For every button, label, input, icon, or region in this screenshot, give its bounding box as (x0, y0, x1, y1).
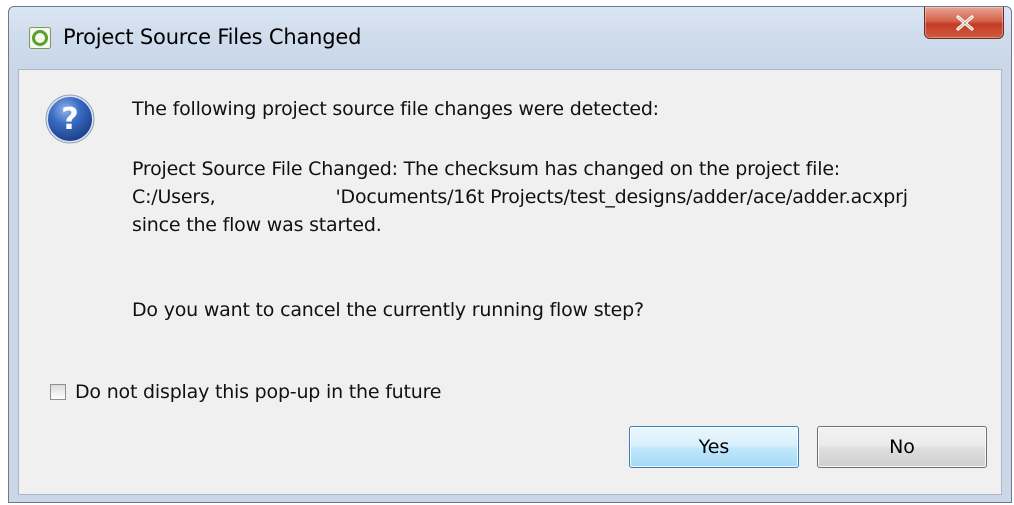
question-icon: ? (45, 94, 95, 144)
message-changed-line: Project Source File Changed: The checksu… (132, 158, 841, 180)
app-ring-icon (29, 27, 51, 49)
do-not-display-checkbox[interactable] (50, 384, 66, 400)
dialog-body: ? The following project source file chan… (18, 69, 1002, 495)
svg-text:?: ? (61, 102, 78, 137)
close-icon (956, 15, 974, 31)
path-suffix: 'Documents/16t Projects/test_designs/add… (335, 186, 909, 208)
dialog-window: Project Source Files Changed ? The follo… (8, 6, 1012, 503)
no-button[interactable]: No (817, 426, 987, 468)
message-question: Do you want to cancel the currently runn… (132, 299, 644, 321)
message-path-line: C:/Users, 'Documents/16t Projects/test_de… (132, 186, 908, 208)
do-not-display-option[interactable]: Do not display this pop-up in the future (50, 379, 441, 405)
yes-button[interactable]: Yes (629, 426, 799, 468)
message-intro: The following project source file change… (132, 98, 659, 120)
title-bar[interactable]: Project Source Files Changed (9, 7, 1011, 69)
path-prefix: C:/Users, (132, 186, 216, 208)
window-title: Project Source Files Changed (63, 25, 362, 49)
message-since-line: since the flow was started. (132, 214, 382, 236)
close-button[interactable] (924, 7, 1004, 39)
do-not-display-label[interactable]: Do not display this pop-up in the future (75, 381, 441, 403)
redacted-username (216, 197, 336, 199)
